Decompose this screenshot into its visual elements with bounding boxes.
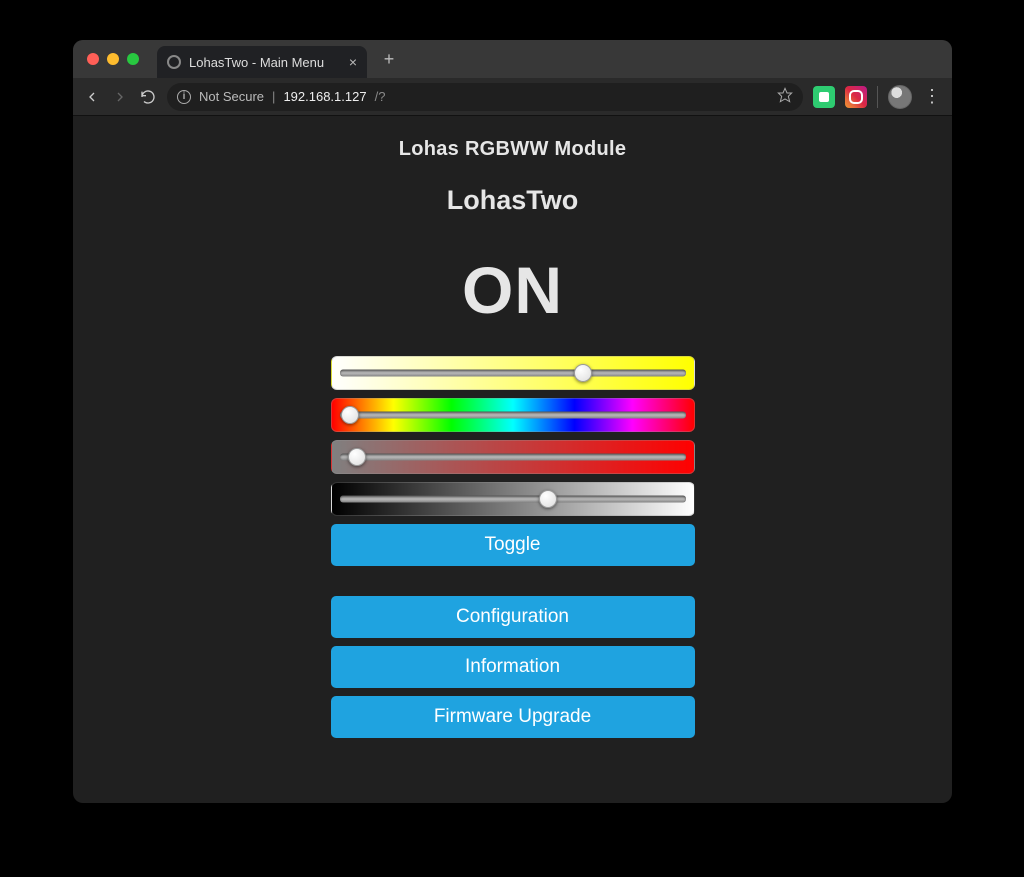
extension-green-icon[interactable] xyxy=(813,86,835,108)
firmware-upgrade-button[interactable]: Firmware Upgrade xyxy=(331,696,695,738)
brightness-slider[interactable] xyxy=(331,356,695,390)
bookmark-icon[interactable] xyxy=(777,87,793,106)
globe-icon xyxy=(167,55,181,69)
lightness-slider[interactable] xyxy=(331,482,695,516)
slider-thumb[interactable] xyxy=(348,448,366,466)
window-titlebar: LohasTwo - Main Menu × + xyxy=(73,40,952,78)
separator: | xyxy=(272,89,275,104)
maximize-window-button[interactable] xyxy=(127,53,139,65)
profile-avatar[interactable] xyxy=(888,85,912,109)
slider-thumb[interactable] xyxy=(539,490,557,508)
browser-menu-button[interactable]: ⋮ xyxy=(922,86,942,107)
browser-toolbar: i Not Secure | 192.168.1.127 /? ⋮ xyxy=(73,78,952,116)
toggle-button[interactable]: Toggle xyxy=(331,524,695,566)
extension-instagram-icon[interactable] xyxy=(845,86,867,108)
window-controls xyxy=(73,53,139,65)
forward-button[interactable] xyxy=(111,88,129,106)
power-state: ON xyxy=(462,252,563,328)
hue-slider[interactable] xyxy=(331,398,695,432)
url-path: /? xyxy=(375,89,386,104)
browser-tab[interactable]: LohasTwo - Main Menu × xyxy=(157,46,367,78)
button-group: Toggle Configuration Information Firmwar… xyxy=(331,524,695,738)
module-title: Lohas RGBWW Module xyxy=(399,138,627,161)
slider-track xyxy=(340,412,686,419)
configuration-button[interactable]: Configuration xyxy=(331,596,695,638)
new-tab-button[interactable]: + xyxy=(375,45,403,73)
toolbar-divider xyxy=(877,86,878,108)
address-bar[interactable]: i Not Secure | 192.168.1.127 /? xyxy=(167,83,803,111)
url-host: 192.168.1.127 xyxy=(283,89,366,104)
saturation-slider[interactable] xyxy=(331,440,695,474)
main-menu-page: Lohas RGBWW Module LohasTwo ON xyxy=(73,116,952,803)
slider-group xyxy=(331,356,695,516)
minimize-window-button[interactable] xyxy=(107,53,119,65)
device-name: LohasTwo xyxy=(447,185,579,216)
slider-thumb[interactable] xyxy=(341,406,359,424)
close-window-button[interactable] xyxy=(87,53,99,65)
tab-title: LohasTwo - Main Menu xyxy=(189,55,341,70)
slider-track xyxy=(340,454,686,461)
slider-thumb[interactable] xyxy=(574,364,592,382)
close-tab-icon[interactable]: × xyxy=(349,54,357,70)
information-button[interactable]: Information xyxy=(331,646,695,688)
button-gap xyxy=(331,574,695,588)
slider-track xyxy=(340,496,686,503)
security-label: Not Secure xyxy=(199,89,264,104)
slider-track xyxy=(340,370,686,377)
site-info-icon[interactable]: i xyxy=(177,90,191,104)
browser-window: LohasTwo - Main Menu × + i Not Secure | … xyxy=(73,40,952,803)
back-button[interactable] xyxy=(83,88,101,106)
page-viewport: Lohas RGBWW Module LohasTwo ON xyxy=(73,116,952,803)
reload-button[interactable] xyxy=(139,88,157,106)
